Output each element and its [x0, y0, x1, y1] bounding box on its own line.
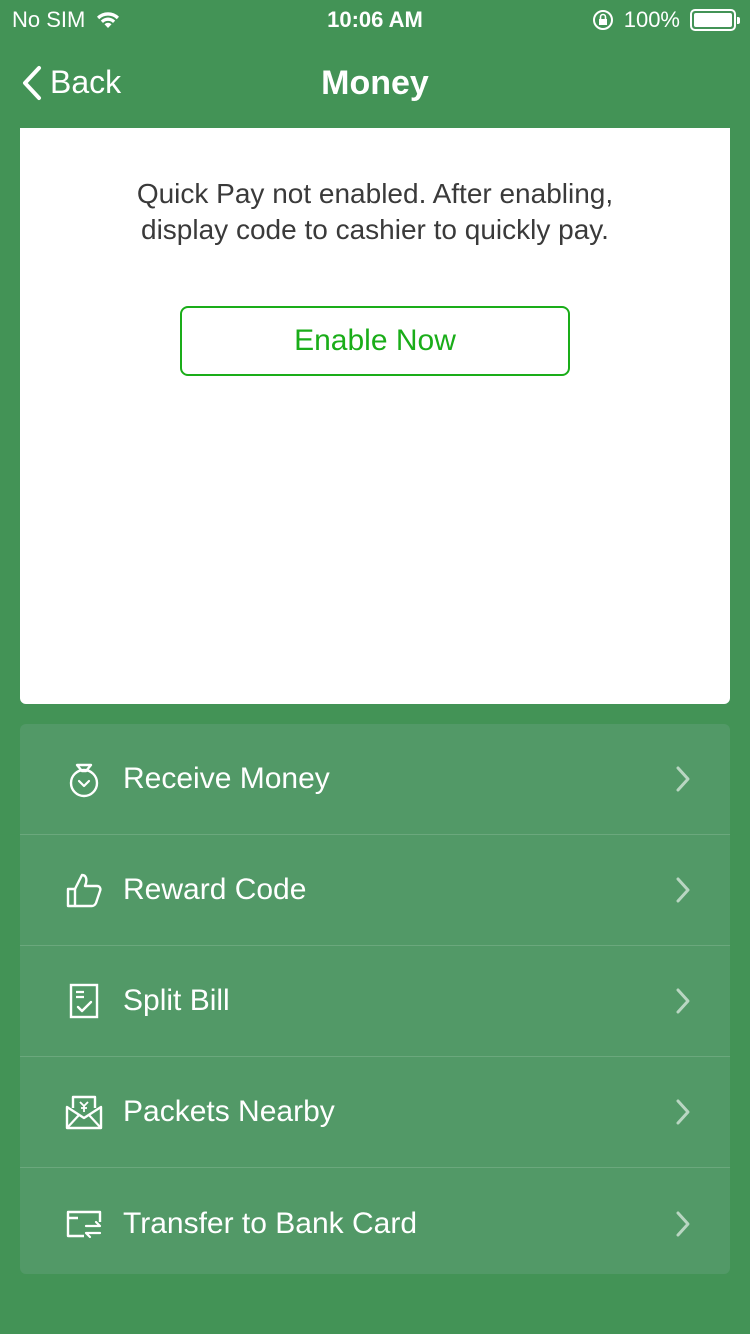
bank-transfer-icon [66, 1210, 102, 1238]
battery-percent: 100% [623, 7, 680, 32]
status-bar: No SIM 10:06 AM 100% [0, 0, 750, 40]
bill-icon [69, 983, 99, 1019]
orientation-lock-icon [592, 10, 613, 30]
money-bag-icon [69, 763, 99, 798]
menu-label: Reward Code [123, 873, 307, 906]
quick-pay-message: Quick Pay not enabled. After enabling, d… [60, 176, 690, 248]
chevron-right-icon [676, 988, 690, 1014]
chevron-right-icon [676, 1211, 690, 1236]
chevron-right-icon [676, 766, 690, 792]
menu-label: Receive Money [123, 762, 330, 795]
page-title: Money [321, 64, 429, 102]
money-menu: Receive Money Reward Code Split Bill Pac… [20, 724, 730, 1274]
nav-bar: Back Money [0, 40, 750, 128]
enable-now-button[interactable]: Enable Now [180, 306, 570, 376]
quick-pay-message-line1: Quick Pay not enabled. After enabling, [136, 178, 614, 209]
menu-item-split-bill[interactable]: Split Bill [20, 946, 730, 1057]
menu-item-packets-nearby[interactable]: Packets Nearby [20, 1057, 730, 1168]
thumbs-up-icon [66, 873, 102, 908]
quick-pay-card: Quick Pay not enabled. After enabling, d… [20, 128, 730, 704]
menu-item-reward-code[interactable]: Reward Code [20, 835, 730, 946]
menu-label: Transfer to Bank Card [123, 1206, 418, 1240]
battery-icon [690, 9, 740, 31]
red-packet-icon [65, 1095, 103, 1130]
menu-label: Split Bill [123, 984, 230, 1017]
chevron-right-icon [676, 1099, 690, 1125]
menu-item-transfer-to-bank-card[interactable]: Transfer to Bank Card [20, 1168, 730, 1274]
menu-item-receive-money[interactable]: Receive Money [20, 724, 730, 835]
quick-pay-message-line2: display code to cashier to quickly pay. [141, 214, 609, 245]
status-right: 100% [592, 7, 740, 33]
menu-label: Packets Nearby [123, 1095, 335, 1128]
chevron-right-icon [676, 877, 690, 903]
